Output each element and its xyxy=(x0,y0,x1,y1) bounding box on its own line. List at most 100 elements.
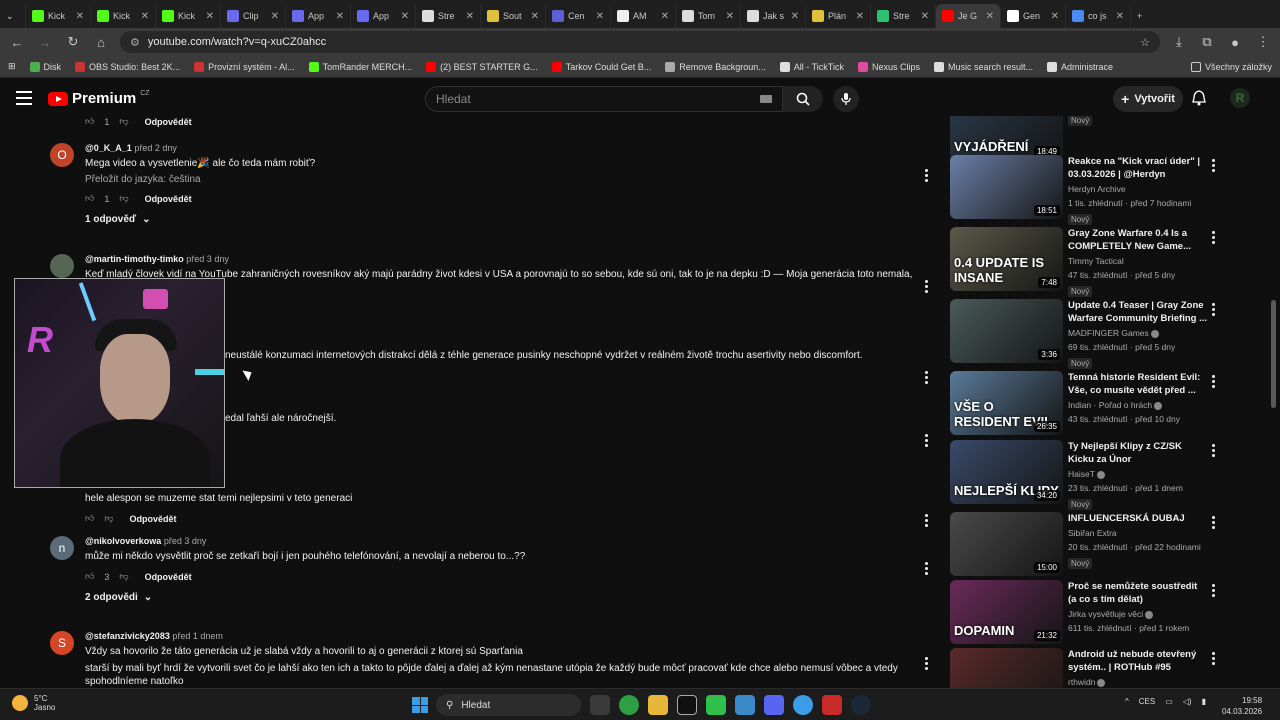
video-thumbnail[interactable]: 18:51 xyxy=(950,155,1063,219)
dislike-icon[interactable]: 👎︎ xyxy=(104,513,113,524)
translate-link[interactable]: Přeložit do jazyka: čeština xyxy=(85,174,940,185)
dislike-icon[interactable]: 👎︎ xyxy=(119,571,128,582)
tab-close-icon[interactable]: ✕ xyxy=(1116,11,1124,22)
browser-tab[interactable]: Kick ✕ xyxy=(91,4,156,28)
video-channel[interactable]: rthwidn xyxy=(1068,676,1208,688)
tab-close-icon[interactable]: ✕ xyxy=(986,11,994,22)
comment-more-icon[interactable] xyxy=(925,280,929,293)
bookmark-item[interactable]: Nexus Clips xyxy=(857,61,920,72)
taskbar-search[interactable]: ⚲ Hledat xyxy=(436,694,581,716)
bookmark-item[interactable]: Tarkov Could Get B... xyxy=(551,61,651,72)
browser-tab[interactable]: AM ✕ xyxy=(611,4,676,28)
tab-close-icon[interactable]: ✕ xyxy=(76,11,84,22)
comment-author[interactable]: @0_K_A_1 xyxy=(85,143,132,153)
browser-tab[interactable]: Je G ✕ xyxy=(936,4,1001,28)
weather-widget[interactable]: 5°C Jasno xyxy=(12,694,55,712)
video-thumbnail[interactable]: 15:00 xyxy=(950,512,1063,576)
tab-close-icon[interactable]: ✕ xyxy=(791,11,799,22)
comment-author[interactable]: @martin-timothy-timko xyxy=(85,254,184,264)
recommended-video[interactable]: 18:51 Reakce na "Kick vrací úder" | 03.03… xyxy=(950,155,1225,225)
bookmark-item[interactable]: TomRander MERCH... xyxy=(308,61,412,72)
tab-close-icon[interactable]: ✕ xyxy=(661,11,669,22)
new-tab-button[interactable]: + xyxy=(1131,4,1157,28)
system-clock[interactable]: 19:58 04.03.2026 xyxy=(1222,695,1262,717)
browser-tab[interactable]: App ✕ xyxy=(351,4,416,28)
all-bookmarks-folder[interactable]: Všechny záložky xyxy=(1190,61,1272,72)
like-icon[interactable]: 👍︎ xyxy=(85,116,94,127)
video-channel[interactable]: Jirka vysvětluje věci xyxy=(1068,608,1208,620)
tab-close-icon[interactable]: ✕ xyxy=(271,11,279,22)
comment-time[interactable]: před 2 dny xyxy=(134,143,177,153)
comment-time[interactable]: před 1 dnem xyxy=(172,631,223,641)
chrome-icon[interactable] xyxy=(619,695,639,715)
task-view-icon[interactable] xyxy=(590,695,610,715)
youtube-premium-logo[interactable]: Premium CZ xyxy=(48,90,150,107)
notifications-bell-icon[interactable] xyxy=(1192,90,1206,111)
video-title[interactable]: Temná historie Resident Evil: Vše, co mu… xyxy=(1068,371,1208,397)
video-thumbnail[interactable]: VŠE O RESIDENT EVIL 26:35 xyxy=(950,371,1063,435)
video-more-icon[interactable] xyxy=(1212,516,1215,529)
page-scrollbar[interactable] xyxy=(1271,300,1276,408)
battery-icon[interactable]: ▮ xyxy=(1202,697,1206,706)
bookmark-item[interactable]: Disk xyxy=(29,61,61,72)
tab-close-icon[interactable]: ✕ xyxy=(726,11,734,22)
comment-avatar[interactable] xyxy=(50,254,74,278)
steam-icon[interactable] xyxy=(851,695,871,715)
video-title[interactable]: Android už nebude otevřený systém.. | RO… xyxy=(1068,648,1208,674)
video-more-icon[interactable] xyxy=(1212,584,1215,597)
download-icon[interactable]: ⤓ xyxy=(1170,34,1188,50)
video-channel[interactable]: Sibiřan Extra xyxy=(1068,527,1208,539)
green-app-icon[interactable] xyxy=(706,695,726,715)
bookmark-item[interactable]: (2) BEST STARTER G... xyxy=(426,61,538,72)
like-icon[interactable]: 👍︎ xyxy=(85,513,94,524)
bookmark-item[interactable]: OBS Studio: Best 2K... xyxy=(75,61,180,72)
dislike-icon[interactable]: 👎︎ xyxy=(119,116,128,127)
extensions-icon[interactable]: ⧉ xyxy=(1198,34,1216,50)
recommended-video[interactable]: DOPAMIN 21:32 Proč se nemůžete soustředit … xyxy=(950,580,1225,644)
comment-avatar[interactable]: O xyxy=(50,143,74,167)
comment-more-icon[interactable] xyxy=(925,514,929,527)
video-title[interactable]: Proč se nemůžete soustředit (a co s tím … xyxy=(1068,580,1208,606)
comment-author[interactable]: @stefanzivicky2083 xyxy=(85,631,170,641)
tab-close-icon[interactable]: ✕ xyxy=(921,11,929,22)
comment-time[interactable]: před 3 dny xyxy=(164,536,207,546)
voice-search-button[interactable] xyxy=(833,86,859,112)
profile-icon[interactable]: ● xyxy=(1226,35,1244,50)
volume-icon[interactable]: ◁) xyxy=(1183,697,1192,706)
bookmark-item[interactable]: Remove Backgroun... xyxy=(665,61,766,72)
video-more-icon[interactable] xyxy=(1212,303,1215,316)
tab-close-icon[interactable]: ✕ xyxy=(856,11,864,22)
comment-more-icon[interactable] xyxy=(925,434,929,447)
bookmark-item[interactable]: Music search result... xyxy=(933,61,1033,72)
video-thumbnail[interactable] xyxy=(950,648,1063,688)
video-thumbnail[interactable]: 0.4 UPDATE IS INSANE 7:48 xyxy=(950,227,1063,291)
like-icon[interactable]: 👍︎ xyxy=(85,193,94,204)
recommended-video[interactable]: VŠE O RESIDENT EVIL 26:35 Temná historie R… xyxy=(950,371,1225,435)
browser-tab[interactable]: Stre ✕ xyxy=(871,4,936,28)
browser-tab[interactable]: Stre ✕ xyxy=(416,4,481,28)
view-replies-button[interactable]: 2 odpovědi ⌄ xyxy=(85,592,940,603)
bookmark-item[interactable]: Administrace xyxy=(1047,61,1113,72)
account-avatar[interactable]: R xyxy=(1230,88,1250,108)
settings-icon[interactable] xyxy=(793,695,813,715)
browser-tab[interactable]: Gen ✕ xyxy=(1001,4,1066,28)
create-button[interactable]: + Vytvořit xyxy=(1113,86,1183,112)
dislike-icon[interactable]: 👎︎ xyxy=(119,193,128,204)
comment-time[interactable]: před 3 dny xyxy=(186,254,229,264)
tab-close-icon[interactable]: ✕ xyxy=(336,11,344,22)
reload-icon[interactable]: ↻ xyxy=(64,34,82,50)
recommended-video[interactable]: 3:36 Update 0.4 Teaser | Gray Zone Warfar… xyxy=(950,299,1225,369)
comment-avatar[interactable]: S xyxy=(50,631,74,655)
video-channel[interactable]: HaiseT xyxy=(1068,468,1208,480)
comment-more-icon[interactable] xyxy=(925,657,929,670)
view-replies-button[interactable]: 1 odpověď ⌄ xyxy=(85,214,940,225)
tray-chevron-icon[interactable]: ^ xyxy=(1125,697,1129,706)
video-title[interactable]: INFLUENCERSKÁ DUBAJ xyxy=(1068,512,1208,525)
video-more-icon[interactable] xyxy=(1212,159,1215,172)
back-icon[interactable]: ← xyxy=(8,35,26,50)
browser-tab[interactable]: Kick ✕ xyxy=(156,4,221,28)
comment-more-icon[interactable] xyxy=(925,169,929,182)
video-more-icon[interactable] xyxy=(1212,652,1215,665)
browser-tab[interactable]: co js ✕ xyxy=(1066,4,1131,28)
video-channel[interactable]: MADFINGER Games xyxy=(1068,327,1208,339)
